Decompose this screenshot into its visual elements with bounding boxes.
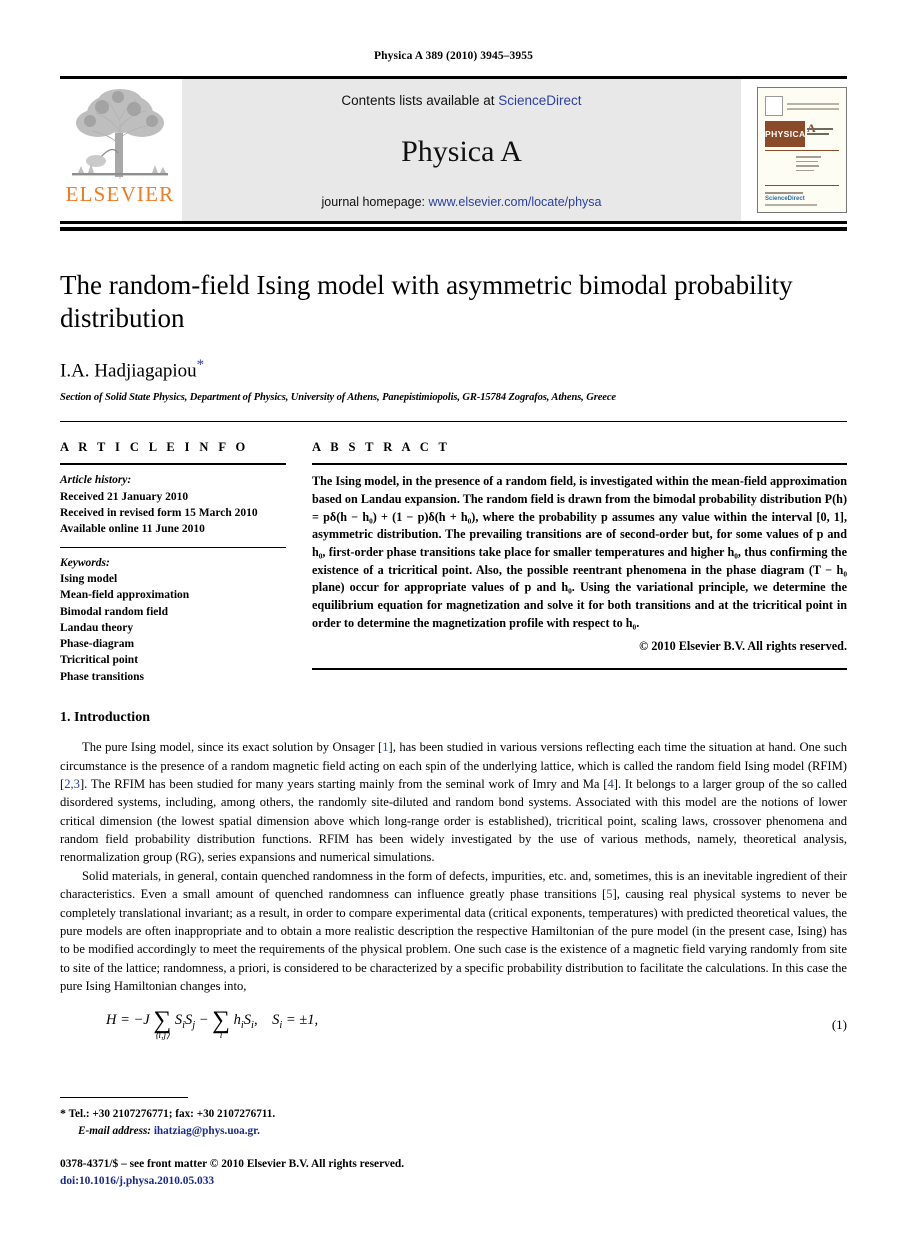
keyword-item: Ising model xyxy=(60,572,118,585)
keyword-item: Mean-field approximation xyxy=(60,589,190,602)
article-page: Physica A 389 (2010) 3945–3955 ELSEVIER … xyxy=(0,0,907,1238)
keyword-item: Phase transitions xyxy=(60,670,145,683)
article-info-column: A R T I C L E I N F O Article history: R… xyxy=(60,440,286,694)
abstract-text-part1: The Ising model, in the presence of a ra… xyxy=(312,474,847,506)
summation-symbol-2: ∑ i xyxy=(212,1007,230,1042)
equation-lhs: H = −J xyxy=(106,1012,150,1029)
paragraph-2: Solid materials, in general, contain que… xyxy=(60,867,847,996)
elsevier-logo: ELSEVIER xyxy=(60,79,180,221)
equation-minus: − xyxy=(198,1012,209,1029)
journal-cover-thumbnail: PHYSICA A ScienceDirect xyxy=(747,79,847,221)
abstract-heading: A B S T R A C T xyxy=(312,440,451,455)
contents-list-line: Contents lists available at ScienceDirec… xyxy=(341,93,581,108)
cover-banner-text: PHYSICA xyxy=(765,129,806,139)
equation-term-2: hiSi, xyxy=(233,1012,258,1032)
imprint-line: 0378-4371/$ – see front matter © 2010 El… xyxy=(60,1157,405,1170)
summation-symbol-1: ∑ ⟨i,j⟩ xyxy=(153,1007,172,1042)
title-block: The random-field Ising model with asymme… xyxy=(60,231,847,423)
history-item: Available online 11 June 2010 xyxy=(60,523,205,536)
introduction-section: 1. Introduction The pure Ising model, si… xyxy=(60,694,847,1042)
footnote-star-marker: * xyxy=(60,1106,66,1121)
equation-term-1: SiSj xyxy=(174,1012,196,1032)
article-info-heading: A R T I C L E I N F O xyxy=(60,440,249,455)
journal-homepage-line: journal homepage: www.elsevier.com/locat… xyxy=(321,195,601,209)
homepage-prefix: journal homepage: xyxy=(321,195,426,209)
cover-banner: PHYSICA xyxy=(765,121,805,147)
history-item: Received 21 January 2010 xyxy=(60,490,189,503)
article-history-label: Article history: xyxy=(60,474,132,487)
info-abstract-columns: A R T I C L E I N F O Article history: R… xyxy=(60,422,847,694)
article-history: Article history: Received 21 January 201… xyxy=(60,465,286,546)
footnote-email: E-mail address: ihatziag@phys.uoa.gr. xyxy=(60,1123,847,1140)
contents-prefix: Contents lists available at xyxy=(341,93,495,108)
equation-1-body: H = −J ∑ ⟨i,j⟩ SiSj − ∑ i hiSi, Si = ±1, xyxy=(60,1007,832,1042)
corresponding-author-marker: * xyxy=(196,356,205,373)
footnote-divider xyxy=(60,1097,188,1099)
keyword-item: Tricritical point xyxy=(60,654,139,667)
equation-constraint: Si = ±1, xyxy=(272,1012,319,1032)
doi-link[interactable]: doi:10.1016/j.physa.2010.05.033 xyxy=(60,1173,847,1190)
masthead-band: Contents lists available at ScienceDirec… xyxy=(182,79,741,221)
keywords-label: Keywords: xyxy=(60,556,110,569)
cover-subtitle-lines xyxy=(807,128,840,137)
keyword-item: Landau theory xyxy=(60,621,134,634)
history-item: Received in revised form 15 March 2010 xyxy=(60,506,258,519)
cover-header-lines xyxy=(787,102,839,110)
footnote-contact-text: Tel.: +30 2107276771; fax: +30 210727671… xyxy=(68,1108,276,1121)
abstract-body: The Ising model, in the presence of a ra… xyxy=(312,465,847,656)
paragraph-1: The pure Ising model, since its exact so… xyxy=(60,738,847,867)
page-title: The random-field Ising model with asymme… xyxy=(60,270,793,333)
p2-text-b: ], causing real physical systems to neve… xyxy=(60,887,847,994)
running-head: Physica A 389 (2010) 3945–3955 xyxy=(374,50,533,62)
cover-header-strip xyxy=(765,95,839,117)
cover-editor-lines xyxy=(796,156,836,174)
abstract-copyright: © 2010 Elsevier B.V. All rights reserved… xyxy=(639,639,847,654)
equation-row-1: H = −J ∑ ⟨i,j⟩ SiSj − ∑ i hiSi, Si = ±1, (… xyxy=(60,1007,847,1042)
elsevier-tree-icon xyxy=(68,83,172,183)
cover-sciencedirect-text: ScienceDirect xyxy=(765,196,805,203)
cover-divider-bottom xyxy=(765,185,839,186)
footnote-block: * Tel.: +30 2107276771; fax: +30 2107276… xyxy=(60,1097,847,1190)
cover-divider-top xyxy=(765,150,839,151)
affiliation: Section of Solid State Physics, Departme… xyxy=(60,392,616,404)
footnote-email-label: E-mail address: xyxy=(78,1124,152,1137)
keyword-item: Phase-diagram xyxy=(60,638,135,651)
author-list: I.A. Hadjiagapiou* xyxy=(60,357,847,382)
p1-text-a: The pure Ising model, since its exact so… xyxy=(82,740,383,755)
abstract-rule-bottom xyxy=(312,668,847,671)
sciencedirect-link[interactable]: ScienceDirect xyxy=(498,93,581,108)
keyword-item: Bimodal random field xyxy=(60,605,168,618)
elsevier-wordmark: ELSEVIER xyxy=(65,182,175,206)
section-heading-introduction: 1. Introduction xyxy=(60,710,150,726)
citation-ref-2-3[interactable]: 2,3 xyxy=(64,777,80,791)
abstract-text-part2: , where the probability p assumes any va… xyxy=(312,509,847,630)
journal-masthead: ELSEVIER Contents lists available at Sci… xyxy=(60,76,847,224)
summation-2-limits: i xyxy=(219,1031,223,1042)
abstract-column: A B S T R A C T The Ising model, in the … xyxy=(312,440,847,694)
keywords-block: Keywords: Ising model Mean-field approxi… xyxy=(60,548,286,695)
author-name: I.A. Hadjiagapiou xyxy=(60,360,197,382)
summation-1-limits: ⟨i,j⟩ xyxy=(154,1031,170,1042)
p1-text-c: ]. The RFIM has been studied for many ye… xyxy=(79,776,608,791)
cover-image: PHYSICA A ScienceDirect xyxy=(757,87,847,213)
journal-title: Physica A xyxy=(401,134,522,168)
equation-number-1: (1) xyxy=(831,1017,847,1033)
footnote-email-link[interactable]: ihatziag@phys.uoa.gr. xyxy=(154,1125,260,1137)
cover-logo-box xyxy=(765,96,783,116)
cover-footer: ScienceDirect xyxy=(765,192,839,206)
imprint-block: 0378-4371/$ – see front matter © 2010 El… xyxy=(60,1156,847,1190)
journal-homepage-link[interactable]: www.elsevier.com/locate/physa xyxy=(429,195,602,209)
footnote-contact: * Tel.: +30 2107276771; fax: +30 2107276… xyxy=(60,1104,847,1123)
